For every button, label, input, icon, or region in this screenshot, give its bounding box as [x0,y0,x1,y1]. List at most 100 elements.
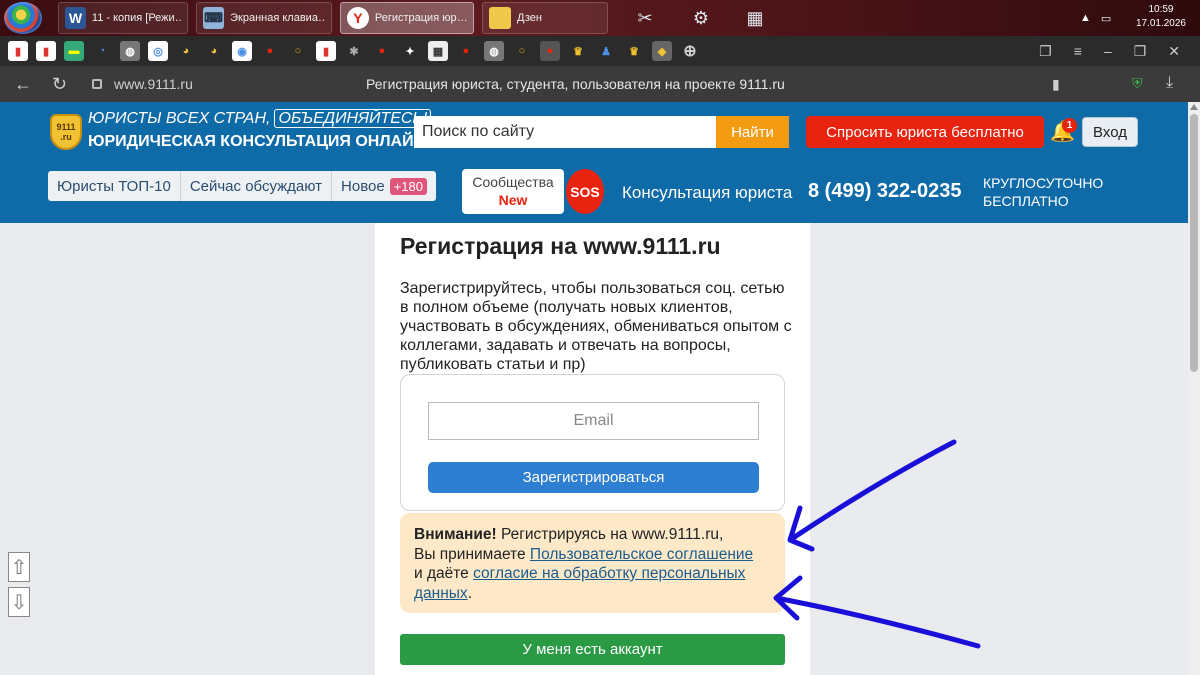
tab-favicon-search[interactable]: ○ [512,41,532,61]
taskbar-item-label: Дзен [517,12,542,24]
tab-favicon-site[interactable]: ✱ [344,41,364,61]
tabs-overview-icon[interactable]: ❐ [1039,43,1052,60]
notice-text: Вы принимаете [414,545,530,563]
scroll-up-arrow-icon[interactable] [1190,104,1198,110]
keyboard-icon: ⌨ [203,7,225,29]
tray-expand-icon[interactable]: ▲ [1080,12,1091,24]
taskbar-item-label: Экранная клавиа… [230,12,325,24]
back-arrow-icon[interactable]: ← [14,74,32,95]
browser-address-bar: ← ↻ www.9111.ru Регистрация юриста, студ… [0,66,1200,102]
have-account-button[interactable]: У меня есть аккаунт [400,634,785,665]
site-header: 9111 .ru ЮРИСТЫ ВСЕХ СТРАН, ОБЪЕДИНЯЙТЕСЬ… [0,102,1188,223]
scrollbar-thumb[interactable] [1190,114,1198,372]
tab-favicon-site[interactable]: ♟ [596,41,616,61]
reload-icon[interactable]: ↻ [52,74,67,95]
settings-gears-icon[interactable]: ⚙ [688,5,714,31]
close-icon[interactable]: ✕ [1168,43,1180,60]
annotation-arrow-upper [787,439,957,552]
tab-favicon-pdf[interactable]: ▮ [8,41,28,61]
tab-favicon-site[interactable]: ▦ [428,41,448,61]
site-nav: Юристы ТОП-10 Сейчас обсуждают Новое +18… [48,171,437,201]
phone-number[interactable]: 8 (499) 322-0235 [808,180,961,203]
nav-tab-new-label: Новое [341,177,385,195]
taskbar-item-label: Регистрация юр… [374,12,467,24]
registration-form: Зарегистрироваться [400,374,785,511]
email-field[interactable] [428,402,759,440]
new-tab-plus-icon[interactable]: ⊕ [680,41,700,61]
taskbar-item-browser[interactable]: Y Регистрация юр… [340,2,474,34]
tab-favicon-9111-active[interactable]: ◆ [652,41,672,61]
taskbar-item-onscreen-keyboard[interactable]: ⌨ Экранная клавиа… [196,2,332,34]
scroll-up-button[interactable]: ⇧ [8,552,30,582]
site-slogan: ЮРИСТЫ ВСЕХ СТРАН, ОБЪЕДИНЯЙТЕСЬ! [88,109,432,128]
tab-favicon-site[interactable]: ◍ [484,41,504,61]
registration-title: Регистрация на www.9111.ru [400,233,721,259]
register-button[interactable]: Зарегистрироваться [428,462,759,493]
tab-favicon-site[interactable]: ◔ [92,41,112,61]
scroll-down-button[interactable]: ⇩ [8,587,30,617]
registration-card: Регистрация на www.9111.ru Зарегистрируй… [375,223,810,675]
tab-favicon-site[interactable]: ✦ [400,41,420,61]
tab-favicon-pdf[interactable]: ▮ [316,41,336,61]
communities-label: Сообщества [472,174,554,190]
start-button[interactable] [4,2,42,34]
snipping-tool-icon[interactable]: ✂ [632,5,658,31]
tab-favicon-emblem[interactable]: ♛ [624,41,644,61]
nav-tab-top10[interactable]: Юристы ТОП-10 [48,171,181,201]
word-icon: W [65,7,86,29]
restore-icon[interactable]: ❐ [1134,43,1147,60]
tab-favicon-site[interactable]: ◕ [204,41,224,61]
browser-tab-strip: ▮ ▮ ▬ ◔ ◍ ◎ ◕ ◕ ◉ ● ○ ▮ ✱ ● ✦ ▦ ● ◍ ○ ● … [0,36,1200,66]
search-button[interactable]: Найти [716,116,789,148]
system-clock[interactable]: 10:59 17.01.2026 [1136,3,1186,31]
taskbar-item-word[interactable]: W 11 - копия [Режи… [58,2,188,34]
sos-button[interactable]: SOS [566,169,604,214]
round-clock-text: КРУГЛОСУТОЧНО БЕСПЛАТНО [983,175,1104,209]
control-panel-icon[interactable]: ▦ [742,5,768,31]
tab-favicon-site[interactable]: ◉ [232,41,252,61]
notification-badge: 1 [1062,118,1077,133]
tab-favicon-search[interactable]: ○ [288,41,308,61]
site-logo[interactable]: 9111 .ru [50,114,82,150]
tab-favicon-yandex[interactable]: ● [372,41,392,61]
page-title-text: Регистрация юриста, студента, пользовате… [366,76,785,92]
bookmark-icon[interactable]: ▮ [1052,76,1060,93]
yandex-browser-icon: Y [347,7,369,29]
tab-favicon-pdf[interactable]: ▮ [36,41,56,61]
lock-icon [92,79,102,89]
tab-favicon-site[interactable]: ◕ [176,41,196,61]
site-subtitle: ЮРИДИЧЕСКАЯ КОНСУЛЬТАЦИЯ ОНЛАЙН [88,133,426,150]
tab-favicon-site[interactable]: ◎ [148,41,168,61]
download-icon[interactable]: ⤓ [1166,74,1173,92]
notice-text: и даёте [414,565,474,582]
tab-favicon-site[interactable]: ▬ [64,41,84,61]
folder-icon: ▮ [489,7,511,29]
windows-taskbar: W 11 - копия [Режи… ⌨ Экранная клавиа… Y… [0,0,1200,36]
nav-tab-new[interactable]: Новое +180 [332,171,436,201]
site-search-input[interactable] [414,116,716,148]
page-scrollbar[interactable] [1188,102,1200,675]
tab-favicon-site[interactable]: ◍ [120,41,140,61]
login-button[interactable]: Вход [1082,117,1138,147]
taskbar-item-folder[interactable]: ▮ Дзен [482,2,608,34]
tab-favicon-yandex[interactable]: ● [260,41,280,61]
slogan-part2: ОБЪЕДИНЯЙТЕСЬ! [274,109,432,128]
slogan-part1: ЮРИСТЫ ВСЕХ СТРАН, [88,110,271,127]
logo-text: 9111 .ru [56,122,76,142]
nav-tab-discussing[interactable]: Сейчас обсуждают [181,171,333,201]
protect-shield-icon[interactable]: ⛨ [1132,75,1143,92]
registration-intro: Зарегистрируйтесь, чтобы пользоваться со… [400,280,792,373]
notice-text: Регистрируясь на www.9111.ru, [496,526,724,543]
url-text[interactable]: www.9111.ru [114,76,193,92]
user-agreement-link[interactable]: Пользовательское соглашение [530,546,753,563]
window-controls: ❐ ≡ – ❐ ✕ [1039,43,1200,60]
network-icon[interactable]: ▭ [1101,12,1111,25]
tab-favicon-yandex-active[interactable]: ● [540,41,560,61]
minimize-icon[interactable]: – [1104,43,1112,60]
ask-lawyer-button[interactable]: Спросить юриста бесплатно [806,116,1044,148]
menu-icon[interactable]: ≡ [1074,43,1082,60]
taskbar-item-label: 11 - копия [Режи… [91,12,181,24]
communities-button[interactable]: Сообщества New [462,169,564,214]
tab-favicon-emblem[interactable]: ♛ [568,41,588,61]
tab-favicon-yandex[interactable]: ● [456,41,476,61]
